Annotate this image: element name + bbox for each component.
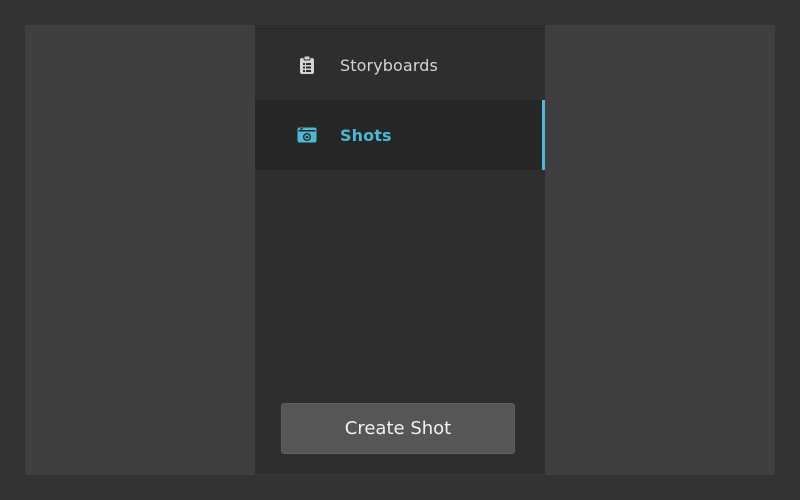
- sidebar-item-storyboards[interactable]: Storyboards: [255, 30, 545, 100]
- sidebar-item-shots[interactable]: Shots: [255, 100, 545, 170]
- sidebar: Storyboards Shots Create Shot: [255, 25, 545, 475]
- create-shot-button[interactable]: Create Shot: [281, 403, 515, 454]
- sidebar-item-label: Storyboards: [340, 55, 438, 75]
- camera-icon: [297, 125, 317, 145]
- sidebar-item-label: Shots: [340, 125, 392, 145]
- divider: [255, 474, 545, 475]
- right-panel: [545, 25, 775, 475]
- left-panel: [25, 25, 255, 475]
- active-indicator: [542, 100, 545, 170]
- clipboard-list-icon: [297, 55, 317, 75]
- divider: [255, 28, 545, 29]
